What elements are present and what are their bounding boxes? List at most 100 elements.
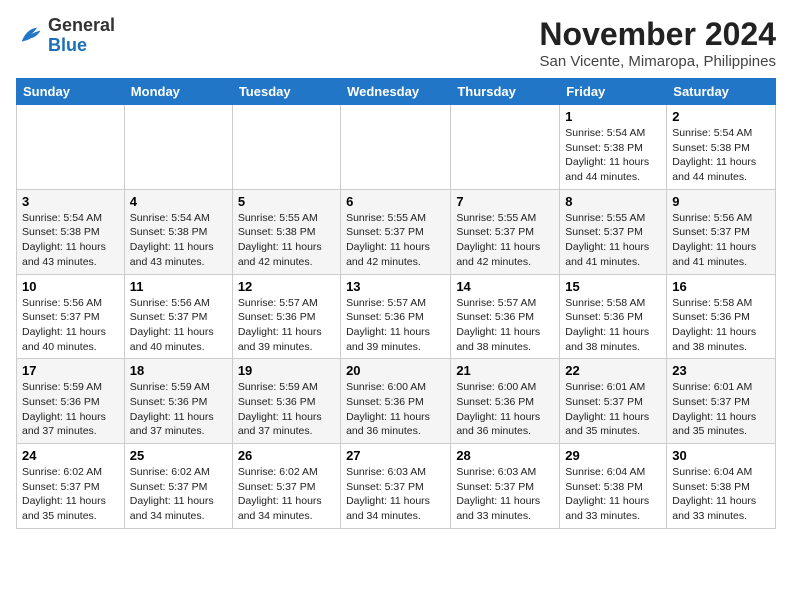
title-block: November 2024 San Vicente, Mimaropa, Phi… bbox=[539, 16, 776, 70]
day-number: 20 bbox=[346, 363, 445, 378]
calendar-cell bbox=[232, 105, 340, 190]
logo: General Blue bbox=[16, 16, 115, 56]
calendar-week-row: 24 Sunrise: 6:02 AM Sunset: 5:37 PM Dayli… bbox=[17, 444, 776, 529]
day-info: Sunrise: 6:00 AM Sunset: 5:36 PM Dayligh… bbox=[456, 380, 554, 439]
day-info: Sunrise: 5:57 AM Sunset: 5:36 PM Dayligh… bbox=[238, 296, 335, 355]
day-number: 6 bbox=[346, 194, 445, 209]
day-number: 30 bbox=[672, 448, 770, 463]
day-info: Sunrise: 6:02 AM Sunset: 5:37 PM Dayligh… bbox=[130, 465, 227, 524]
weekday-header-row: SundayMondayTuesdayWednesdayThursdayFrid… bbox=[17, 79, 776, 105]
day-number: 17 bbox=[22, 363, 119, 378]
calendar-week-row: 10 Sunrise: 5:56 AM Sunset: 5:37 PM Dayli… bbox=[17, 274, 776, 359]
day-number: 19 bbox=[238, 363, 335, 378]
day-number: 8 bbox=[565, 194, 661, 209]
calendar-cell: 1 Sunrise: 5:54 AM Sunset: 5:38 PM Daylig… bbox=[560, 105, 667, 190]
calendar-cell: 19 Sunrise: 5:59 AM Sunset: 5:36 PM Dayli… bbox=[232, 359, 340, 444]
calendar-cell: 18Sunrise: 5:59 AM Sunset: 5:36 PM Dayli… bbox=[124, 359, 232, 444]
day-number: 11 bbox=[130, 279, 227, 294]
day-number: 2 bbox=[672, 109, 770, 124]
calendar-cell: 26 Sunrise: 6:02 AM Sunset: 5:37 PM Dayli… bbox=[232, 444, 340, 529]
weekday-header-tuesday: Tuesday bbox=[232, 79, 340, 105]
day-number: 27 bbox=[346, 448, 445, 463]
day-info: Sunrise: 6:01 AM Sunset: 5:37 PM Dayligh… bbox=[672, 380, 770, 439]
calendar-cell: 27 Sunrise: 6:03 AM Sunset: 5:37 PM Dayli… bbox=[341, 444, 451, 529]
day-number: 24 bbox=[22, 448, 119, 463]
day-number: 10 bbox=[22, 279, 119, 294]
day-info: Sunrise: 6:02 AM Sunset: 5:37 PM Dayligh… bbox=[238, 465, 335, 524]
day-info: Sunrise: 5:59 AM Sunset: 5:36 PM Dayligh… bbox=[238, 380, 335, 439]
calendar-cell: 21 Sunrise: 6:00 AM Sunset: 5:36 PM Dayli… bbox=[451, 359, 560, 444]
day-info: Sunrise: 5:56 AM Sunset: 5:37 PM Dayligh… bbox=[130, 296, 227, 355]
calendar-cell: 16 Sunrise: 5:58 AM Sunset: 5:36 PM Dayli… bbox=[667, 274, 776, 359]
day-number: 4 bbox=[130, 194, 227, 209]
weekday-header-monday: Monday bbox=[124, 79, 232, 105]
calendar-week-row: 1 Sunrise: 5:54 AM Sunset: 5:38 PM Daylig… bbox=[17, 105, 776, 190]
weekday-header-friday: Friday bbox=[560, 79, 667, 105]
day-number: 22 bbox=[565, 363, 661, 378]
calendar-cell: 29 Sunrise: 6:04 AM Sunset: 5:38 PM Dayli… bbox=[560, 444, 667, 529]
calendar-cell: 23Sunrise: 6:01 AM Sunset: 5:37 PM Dayli… bbox=[667, 359, 776, 444]
day-number: 25 bbox=[130, 448, 227, 463]
day-info: Sunrise: 5:55 AM Sunset: 5:37 PM Dayligh… bbox=[346, 211, 445, 270]
day-number: 28 bbox=[456, 448, 554, 463]
calendar-week-row: 17 Sunrise: 5:59 AM Sunset: 5:36 PM Dayli… bbox=[17, 359, 776, 444]
day-number: 26 bbox=[238, 448, 335, 463]
calendar-cell: 11 Sunrise: 5:56 AM Sunset: 5:37 PM Dayli… bbox=[124, 274, 232, 359]
day-number: 1 bbox=[565, 109, 661, 124]
day-info: Sunrise: 6:02 AM Sunset: 5:37 PM Dayligh… bbox=[22, 465, 119, 524]
day-info: Sunrise: 5:57 AM Sunset: 5:36 PM Dayligh… bbox=[456, 296, 554, 355]
day-info: Sunrise: 5:55 AM Sunset: 5:37 PM Dayligh… bbox=[456, 211, 554, 270]
logo-bird-icon bbox=[16, 22, 44, 50]
day-number: 7 bbox=[456, 194, 554, 209]
day-info: Sunrise: 5:59 AM Sunset: 5:36 PM Dayligh… bbox=[130, 380, 227, 439]
day-info: Sunrise: 5:55 AM Sunset: 5:37 PM Dayligh… bbox=[565, 211, 661, 270]
calendar-cell: 9 Sunrise: 5:56 AM Sunset: 5:37 PM Daylig… bbox=[667, 189, 776, 274]
calendar-cell: 20 Sunrise: 6:00 AM Sunset: 5:36 PM Dayli… bbox=[341, 359, 451, 444]
day-number: 5 bbox=[238, 194, 335, 209]
weekday-header-sunday: Sunday bbox=[17, 79, 125, 105]
calendar-cell bbox=[17, 105, 125, 190]
day-number: 9 bbox=[672, 194, 770, 209]
weekday-header-thursday: Thursday bbox=[451, 79, 560, 105]
calendar-cell: 25 Sunrise: 6:02 AM Sunset: 5:37 PM Dayli… bbox=[124, 444, 232, 529]
calendar-cell: 12Sunrise: 5:57 AM Sunset: 5:36 PM Dayli… bbox=[232, 274, 340, 359]
calendar-cell: 13 Sunrise: 5:57 AM Sunset: 5:36 PM Dayli… bbox=[341, 274, 451, 359]
day-info: Sunrise: 5:55 AM Sunset: 5:38 PM Dayligh… bbox=[238, 211, 335, 270]
calendar-cell: 4 Sunrise: 5:54 AM Sunset: 5:38 PM Daylig… bbox=[124, 189, 232, 274]
calendar-cell: 24 Sunrise: 6:02 AM Sunset: 5:37 PM Dayli… bbox=[17, 444, 125, 529]
weekday-header-saturday: Saturday bbox=[667, 79, 776, 105]
calendar-cell bbox=[341, 105, 451, 190]
calendar-week-row: 3Sunrise: 5:54 AM Sunset: 5:38 PM Daylig… bbox=[17, 189, 776, 274]
calendar-cell bbox=[451, 105, 560, 190]
page-header: General Blue November 2024 San Vicente, … bbox=[16, 16, 776, 70]
day-number: 29 bbox=[565, 448, 661, 463]
calendar-cell: 17 Sunrise: 5:59 AM Sunset: 5:36 PM Dayli… bbox=[17, 359, 125, 444]
calendar-cell: 8 Sunrise: 5:55 AM Sunset: 5:37 PM Daylig… bbox=[560, 189, 667, 274]
calendar-cell: 5 Sunrise: 5:55 AM Sunset: 5:38 PM Daylig… bbox=[232, 189, 340, 274]
calendar-cell: 14Sunrise: 5:57 AM Sunset: 5:36 PM Dayli… bbox=[451, 274, 560, 359]
calendar-cell: 6 Sunrise: 5:55 AM Sunset: 5:37 PM Daylig… bbox=[341, 189, 451, 274]
day-number: 16 bbox=[672, 279, 770, 294]
day-info: Sunrise: 6:03 AM Sunset: 5:37 PM Dayligh… bbox=[346, 465, 445, 524]
day-number: 21 bbox=[456, 363, 554, 378]
day-number: 13 bbox=[346, 279, 445, 294]
logo-text: General Blue bbox=[48, 16, 115, 56]
day-info: Sunrise: 5:58 AM Sunset: 5:36 PM Dayligh… bbox=[565, 296, 661, 355]
day-info: Sunrise: 5:59 AM Sunset: 5:36 PM Dayligh… bbox=[22, 380, 119, 439]
day-info: Sunrise: 5:56 AM Sunset: 5:37 PM Dayligh… bbox=[672, 211, 770, 270]
day-info: Sunrise: 5:58 AM Sunset: 5:36 PM Dayligh… bbox=[672, 296, 770, 355]
day-info: Sunrise: 5:54 AM Sunset: 5:38 PM Dayligh… bbox=[565, 126, 661, 185]
day-info: Sunrise: 5:57 AM Sunset: 5:36 PM Dayligh… bbox=[346, 296, 445, 355]
calendar-cell: 22Sunrise: 6:01 AM Sunset: 5:37 PM Dayli… bbox=[560, 359, 667, 444]
day-number: 15 bbox=[565, 279, 661, 294]
day-info: Sunrise: 5:54 AM Sunset: 5:38 PM Dayligh… bbox=[130, 211, 227, 270]
calendar-cell: 28Sunrise: 6:03 AM Sunset: 5:37 PM Dayli… bbox=[451, 444, 560, 529]
day-info: Sunrise: 5:56 AM Sunset: 5:37 PM Dayligh… bbox=[22, 296, 119, 355]
day-info: Sunrise: 6:04 AM Sunset: 5:38 PM Dayligh… bbox=[672, 465, 770, 524]
location-subtitle: San Vicente, Mimaropa, Philippines bbox=[539, 53, 776, 70]
calendar-cell: 3Sunrise: 5:54 AM Sunset: 5:38 PM Daylig… bbox=[17, 189, 125, 274]
day-info: Sunrise: 5:54 AM Sunset: 5:38 PM Dayligh… bbox=[672, 126, 770, 185]
calendar-cell: 2 Sunrise: 5:54 AM Sunset: 5:38 PM Daylig… bbox=[667, 105, 776, 190]
day-info: Sunrise: 6:00 AM Sunset: 5:36 PM Dayligh… bbox=[346, 380, 445, 439]
day-info: Sunrise: 6:04 AM Sunset: 5:38 PM Dayligh… bbox=[565, 465, 661, 524]
